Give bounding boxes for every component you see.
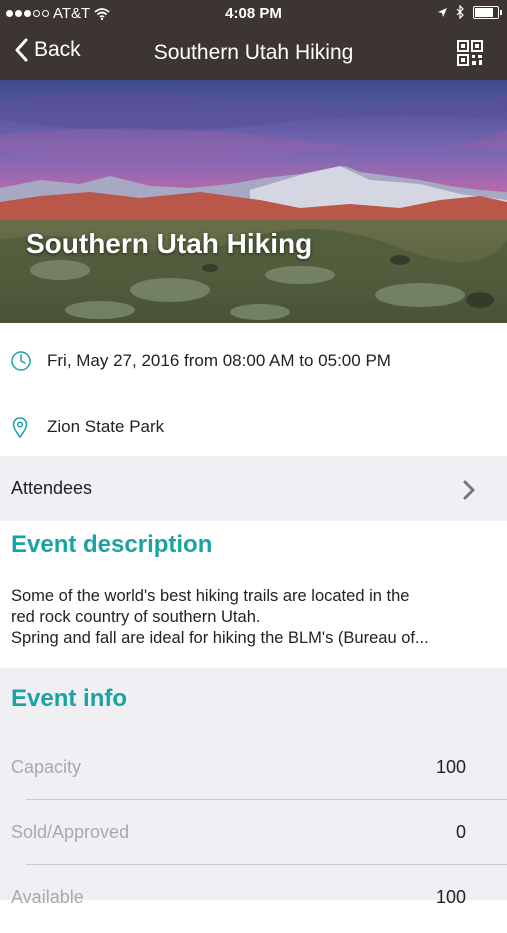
hero-image: Southern Utah Hiking xyxy=(0,80,507,323)
attendees-row[interactable]: Attendees xyxy=(0,456,507,521)
hero-title: Southern Utah Hiking xyxy=(26,228,313,259)
location-arrow-icon xyxy=(438,7,447,17)
attendees-label: Attendees xyxy=(11,478,93,498)
description-heading: Event description xyxy=(11,531,213,558)
bluetooth-icon xyxy=(456,5,464,19)
info-value: 100 xyxy=(435,887,466,907)
location-pin-icon xyxy=(12,417,28,439)
info-row-available: Available 100 xyxy=(0,868,507,933)
divider xyxy=(26,864,507,865)
status-bar: AT&T 4:08 PM xyxy=(0,0,507,28)
status-right xyxy=(437,5,502,19)
description-line: Some of the world's best hiking trails a… xyxy=(11,587,410,605)
landscape-image xyxy=(0,80,507,323)
info-label: Available xyxy=(11,887,84,907)
info-row-capacity: Capacity 100 xyxy=(0,735,507,800)
chevron-right-icon xyxy=(463,480,475,500)
info-value: 100 xyxy=(435,757,466,777)
qr-code-icon[interactable] xyxy=(457,40,483,66)
event-info-section: Event info Capacity 100 Sold/Approved 0 … xyxy=(0,668,507,907)
status-time: 4:08 PM xyxy=(225,5,282,22)
description-line: red rock country of southern Utah. xyxy=(11,608,261,626)
navigation-bar: Back Southern Utah Hiking xyxy=(0,28,507,80)
battery-icon xyxy=(473,5,502,19)
event-datetime: Fri, May 27, 2016 from 08:00 AM to 05:00… xyxy=(47,351,391,370)
info-label: Capacity xyxy=(11,757,82,777)
description-line: Spring and fall are ideal for hiking the… xyxy=(11,629,429,647)
clock-icon xyxy=(11,351,31,371)
event-location: Zion State Park xyxy=(47,417,165,436)
page-title: Southern Utah Hiking xyxy=(153,41,354,64)
info-heading: Event info xyxy=(11,685,128,712)
info-label: Sold/Approved xyxy=(11,822,130,842)
info-row-sold: Sold/Approved 0 xyxy=(0,800,507,865)
info-value: 0 xyxy=(455,822,466,842)
description-text: Some of the world's best hiking trails a… xyxy=(11,586,491,649)
